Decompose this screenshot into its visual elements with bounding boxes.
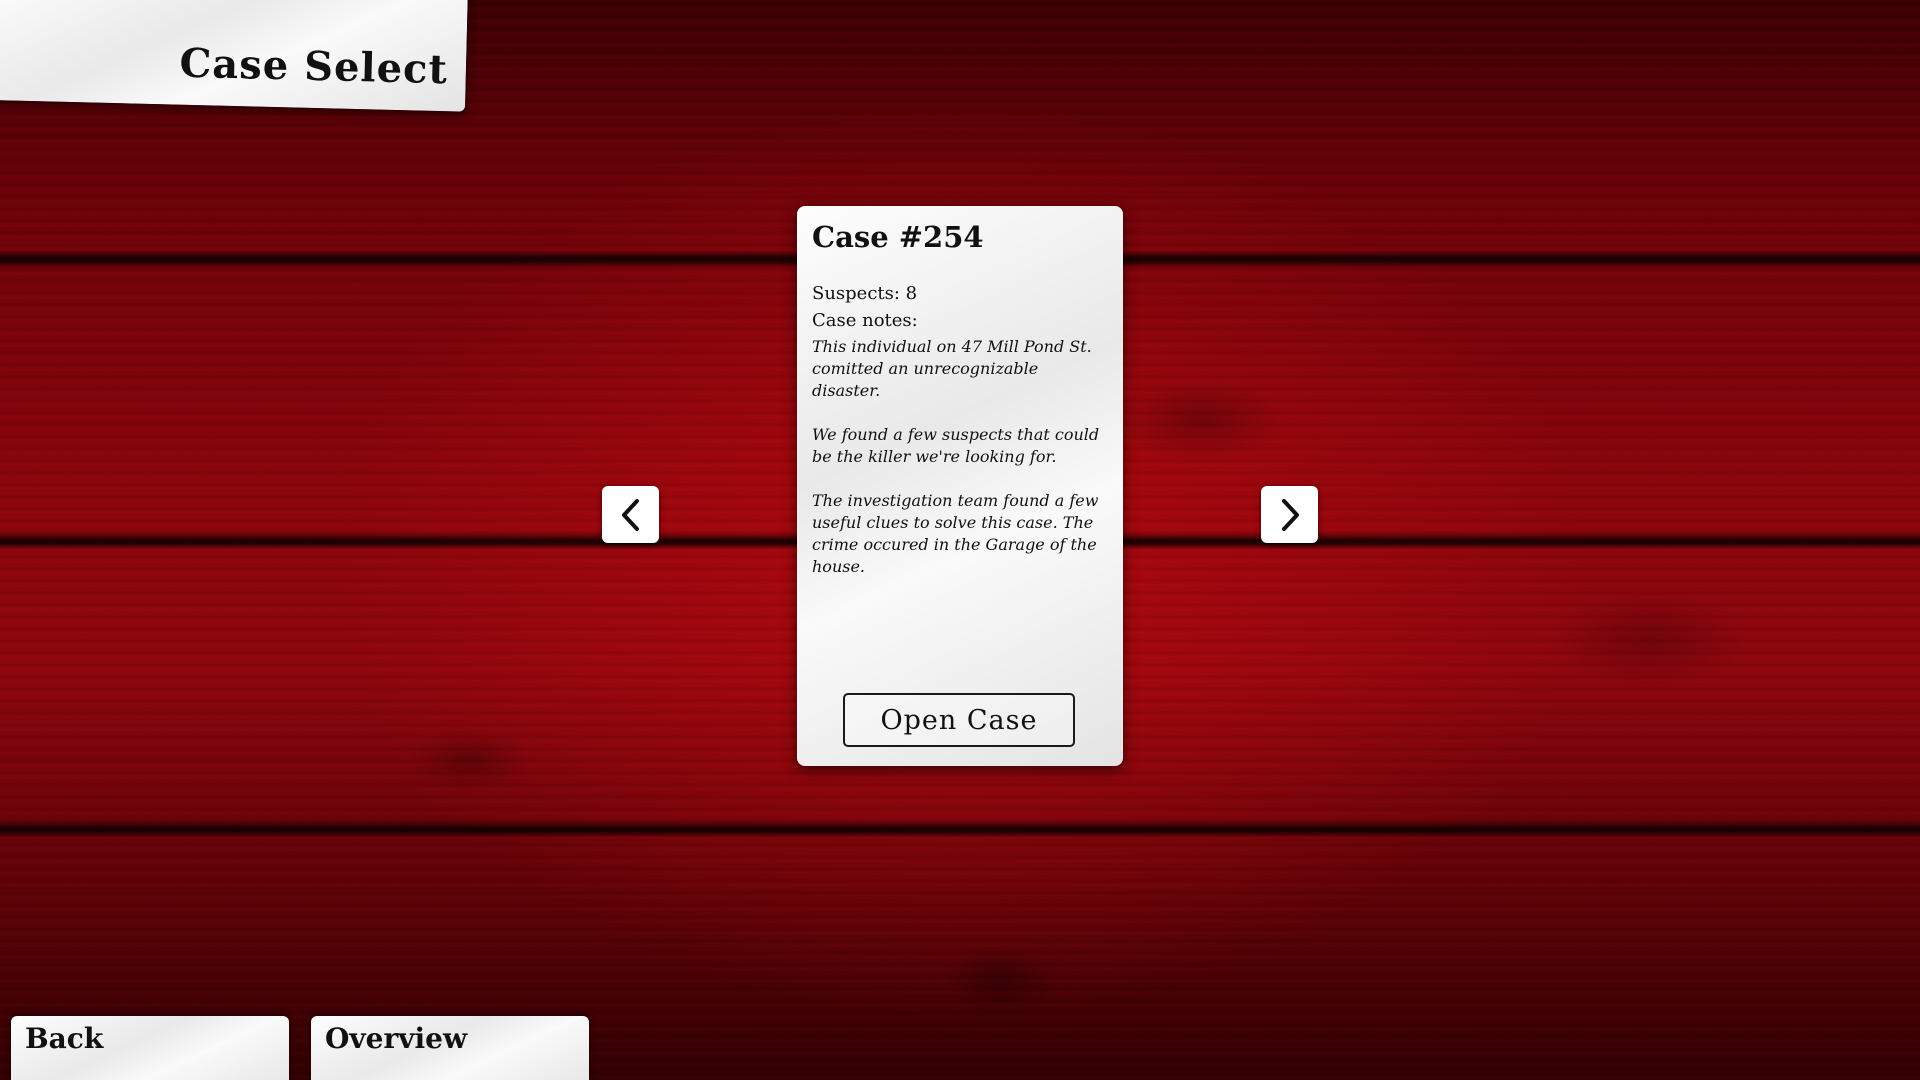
overview-label: Overview: [325, 1022, 468, 1055]
case-note-paragraph: The investigation team found a few usefu…: [812, 491, 1099, 576]
suspects-count: Suspects: 8: [812, 283, 918, 304]
case-card: Case #254 Suspects: 8 Case notes: This i…: [797, 206, 1123, 766]
previous-case-button[interactable]: [602, 486, 659, 543]
back-label: Back: [25, 1022, 104, 1055]
plank-seam: [0, 820, 1920, 838]
chevron-right-icon: [1281, 498, 1299, 531]
title-note: Case Select: [0, 0, 468, 112]
case-note-paragraph: This individual on 47 Mill Pond St. comi…: [812, 337, 1092, 400]
case-notes: This individual on 47 Mill Pond St. comi…: [812, 336, 1108, 578]
case-notes-label: Case notes:: [812, 310, 918, 331]
next-case-button[interactable]: [1261, 486, 1318, 543]
back-button[interactable]: Back: [11, 1016, 289, 1080]
case-note-paragraph: We found a few suspects that could be th…: [812, 425, 1100, 466]
case-title: Case #254: [812, 220, 984, 254]
overview-button[interactable]: Overview: [311, 1016, 589, 1080]
chevron-left-icon: [621, 498, 639, 531]
open-case-button[interactable]: Open Case: [843, 693, 1075, 747]
page-title: Case Select: [178, 39, 449, 94]
